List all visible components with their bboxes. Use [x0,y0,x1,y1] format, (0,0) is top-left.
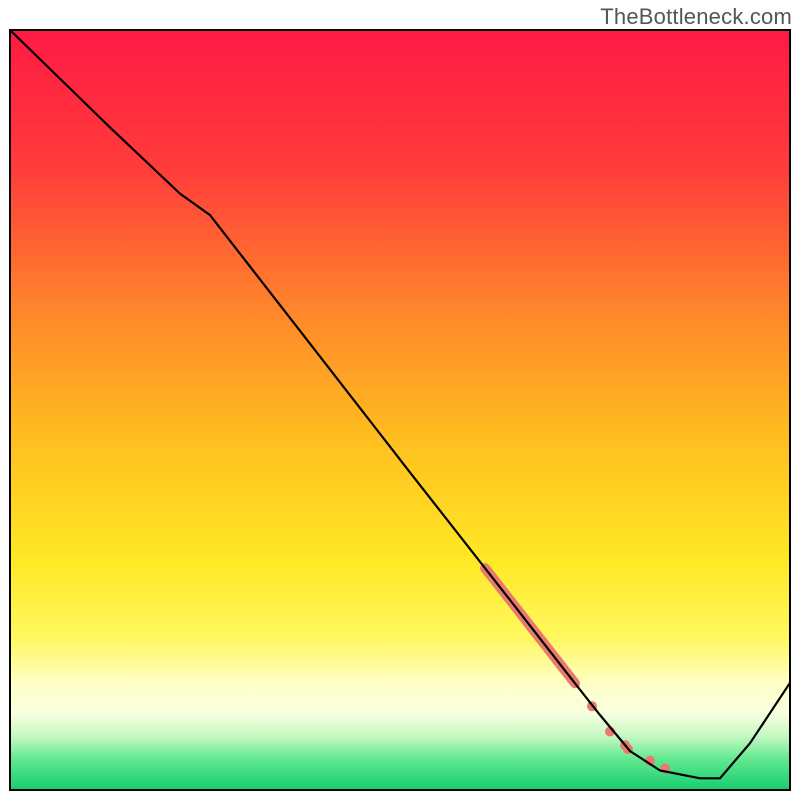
watermark-text: TheBottleneck.com [600,4,792,30]
chart-svg [0,0,800,800]
chart-root: TheBottleneck.com [0,0,800,800]
